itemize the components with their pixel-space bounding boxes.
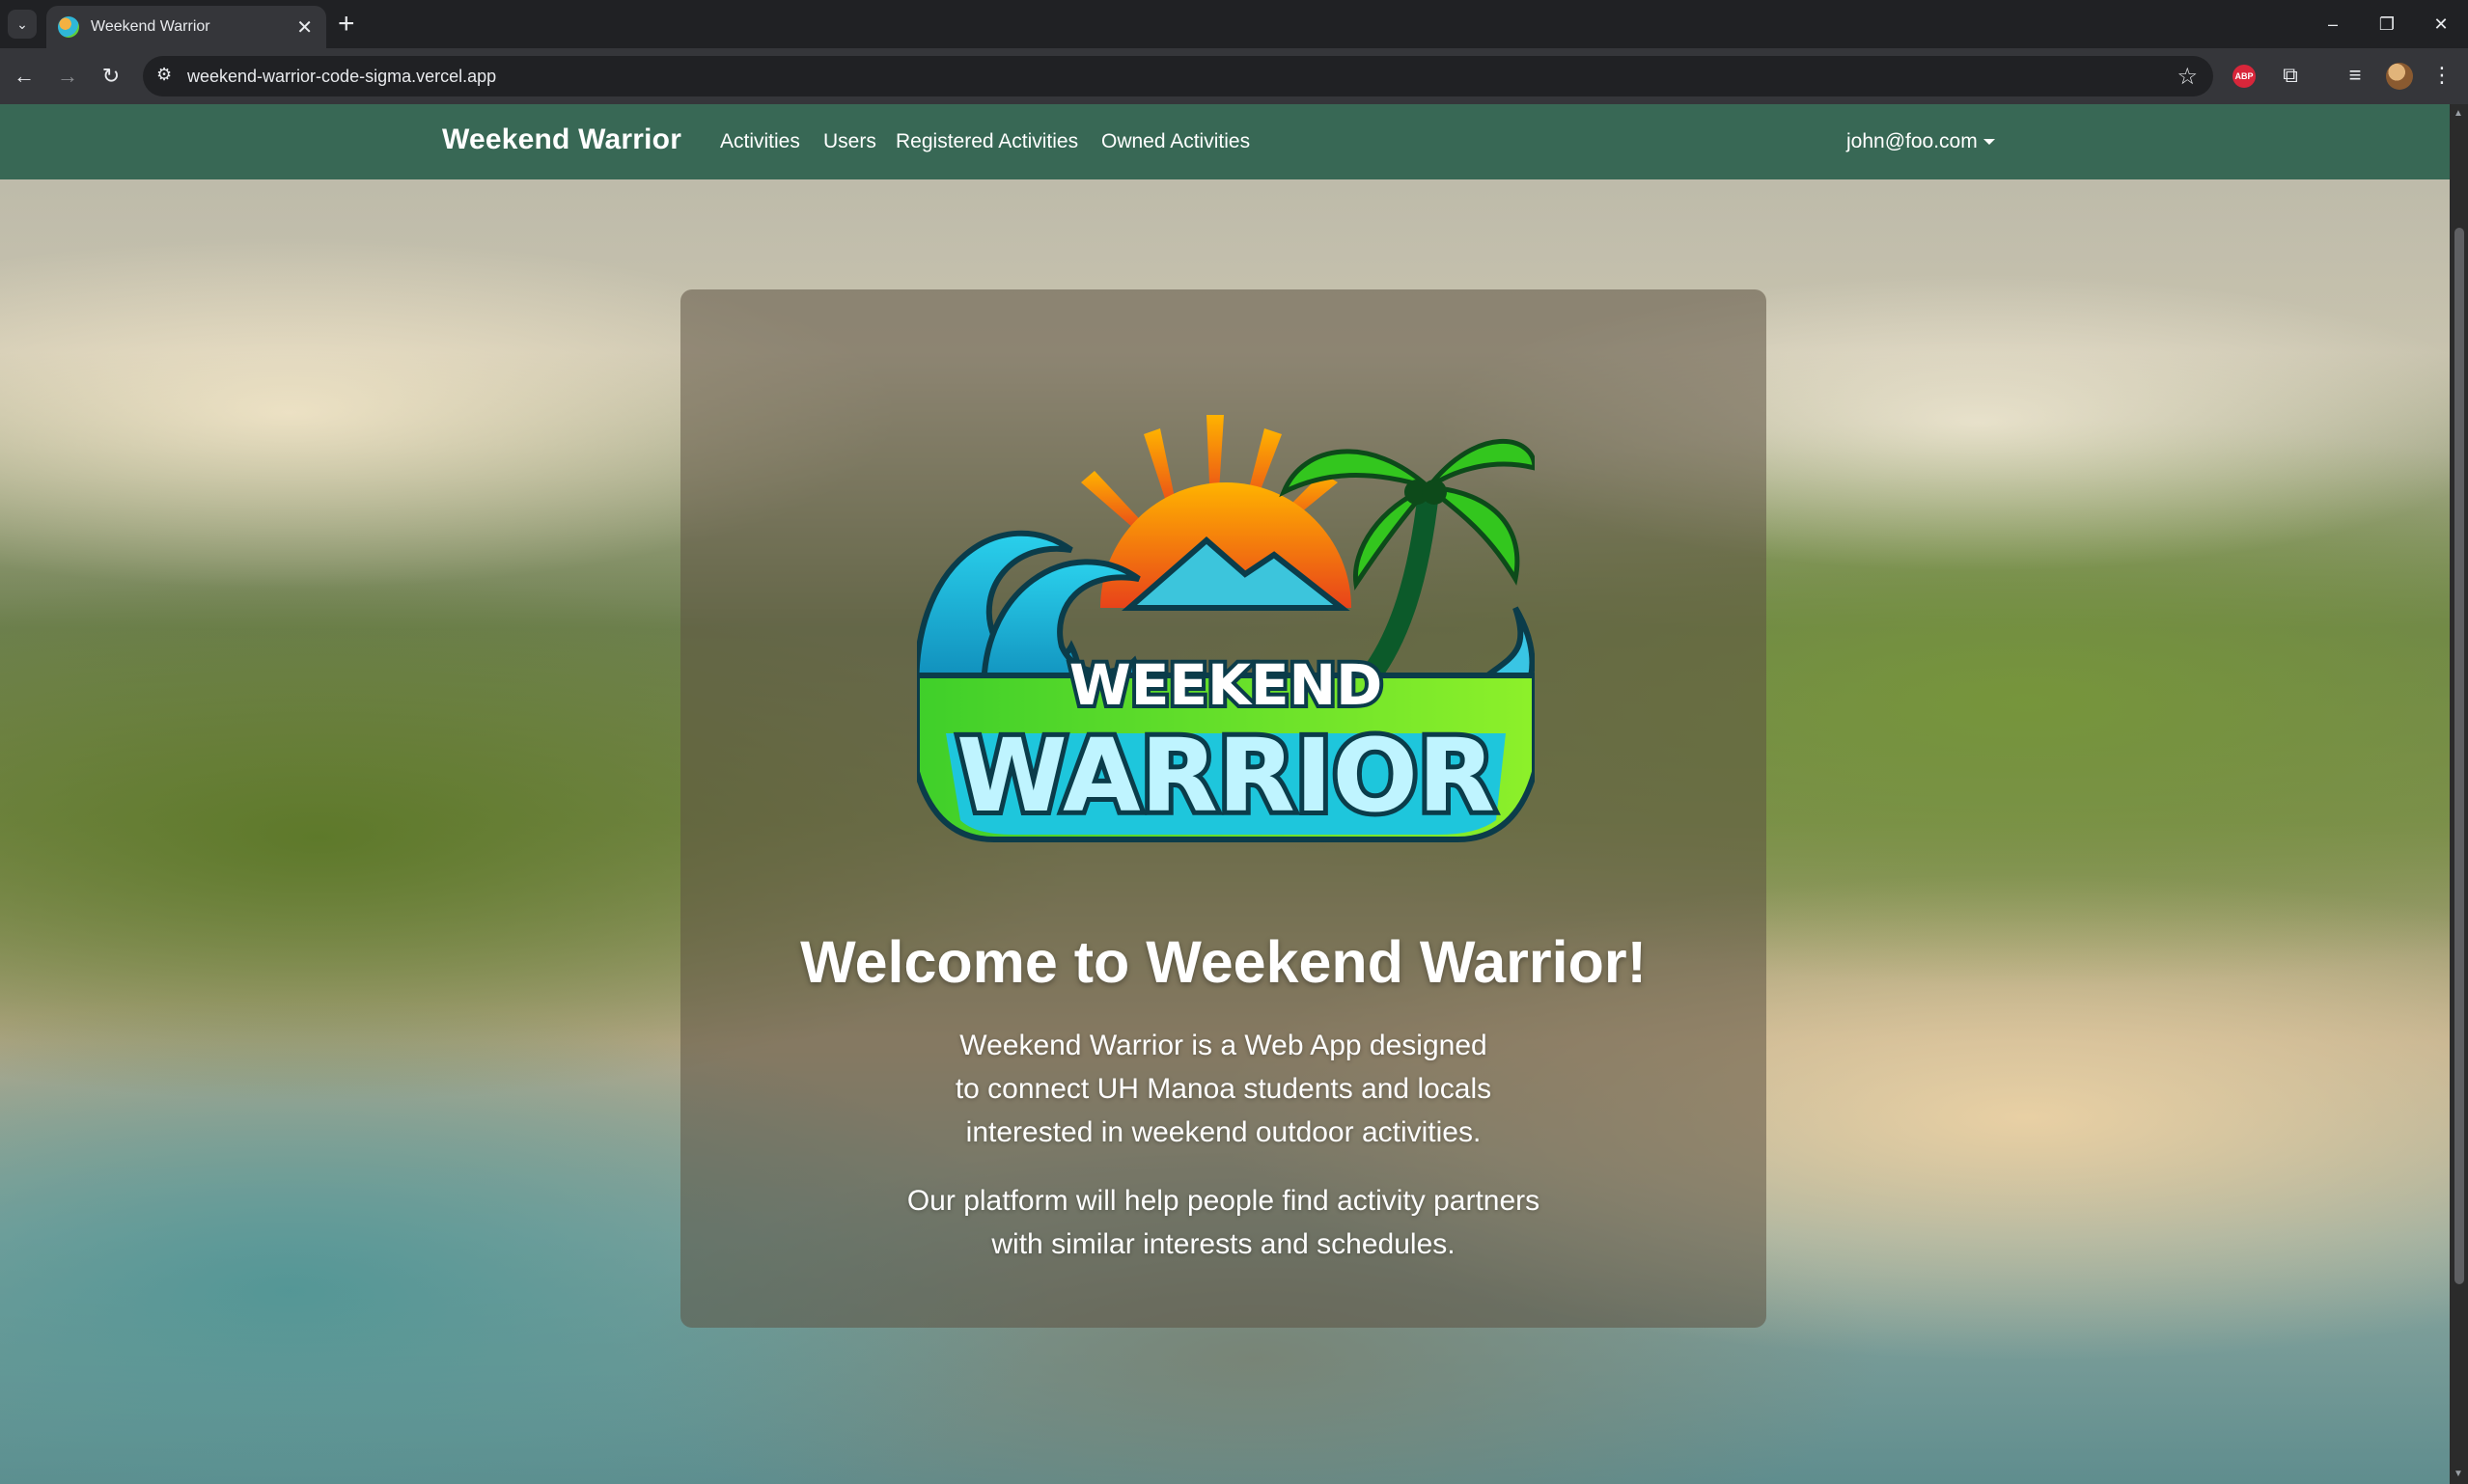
nav-link-users[interactable]: Users: [823, 130, 876, 153]
intro-paragraph: Weekend Warrior is a Web App designed to…: [680, 1024, 1766, 1154]
address-bar[interactable]: ⚙ weekend-warrior-code-sigma.vercel.app …: [143, 56, 2213, 96]
close-window-icon[interactable]: ✕: [2414, 0, 2468, 48]
scroll-up-icon[interactable]: ▲: [2454, 108, 2463, 119]
intro-line: Weekend Warrior is a Web App designed: [959, 1030, 1487, 1061]
browser-tab-bar: ⌄ Weekend Warrior ✕ + – ❐ ✕: [0, 0, 2468, 48]
intro-line: interested in weekend outdoor activities…: [965, 1116, 1482, 1148]
logo-text-warrior: WARRIOR: [957, 717, 1495, 835]
tab-title: Weekend Warrior: [91, 18, 210, 35]
intro-line: to connect UH Manoa students and locals: [955, 1073, 1492, 1105]
favicon-icon: [58, 16, 79, 38]
browser-toolbar: ← → ↻ ⚙ weekend-warrior-code-sigma.verce…: [0, 48, 2468, 104]
page-scrollbar[interactable]: ▲ ▼: [2450, 104, 2468, 1484]
page-viewport: Weekend Warrior Activities Users Registe…: [0, 104, 2450, 1484]
adblock-extension-icon[interactable]: ABP: [2232, 65, 2256, 88]
tab-search-chevron-icon[interactable]: ⌄: [8, 10, 37, 39]
url-text[interactable]: weekend-warrior-code-sigma.vercel.app: [187, 67, 496, 87]
welcome-heading: Welcome to Weekend Warrior!: [800, 929, 1647, 995]
browser-menu-icon[interactable]: ⋮: [2426, 61, 2457, 90]
brand-link[interactable]: Weekend Warrior: [442, 124, 681, 156]
platform-paragraph: Our platform will help people find activ…: [680, 1179, 1766, 1266]
tab-close-icon[interactable]: ✕: [296, 15, 313, 40]
weekend-warrior-logo: WEEKEND WARRIOR: [917, 415, 1535, 842]
site-settings-icon[interactable]: ⚙: [156, 65, 172, 85]
profile-avatar-icon[interactable]: [2386, 63, 2413, 90]
bookmark-star-icon[interactable]: ☆: [2177, 63, 2198, 91]
reading-list-icon[interactable]: ≡: [2340, 61, 2371, 90]
nav-link-registered-activities[interactable]: Registered Activities: [896, 130, 1078, 153]
top-navbar: Weekend Warrior Activities Users Registe…: [0, 104, 2450, 179]
new-tab-icon[interactable]: +: [338, 8, 355, 41]
welcome-card: WEEKEND WARRIOR Welcome to Weekend Warri…: [680, 289, 1766, 1328]
caret-down-icon: [1983, 139, 1995, 146]
nav-link-owned-activities[interactable]: Owned Activities: [1101, 130, 1250, 153]
minimize-icon[interactable]: –: [2306, 0, 2360, 48]
platform-line: with similar interests and schedules.: [991, 1228, 1456, 1260]
back-arrow-icon[interactable]: ←: [10, 62, 39, 91]
user-email: john@foo.com: [1846, 130, 1978, 152]
platform-line: Our platform will help people find activ…: [906, 1185, 1540, 1217]
logo-text-weekend: WEEKEND: [1069, 652, 1382, 718]
user-dropdown-toggle[interactable]: john@foo.com: [1846, 130, 1995, 153]
restore-icon[interactable]: ❐: [2360, 0, 2414, 48]
browser-tab[interactable]: Weekend Warrior ✕: [46, 6, 326, 48]
nav-link-activities[interactable]: Activities: [720, 130, 800, 153]
scroll-down-icon[interactable]: ▼: [2454, 1469, 2463, 1479]
window-controls: – ❐ ✕: [2306, 0, 2468, 48]
scroll-thumb[interactable]: [2454, 228, 2464, 1284]
reload-icon[interactable]: ↻: [97, 62, 125, 91]
extensions-puzzle-icon[interactable]: ⧉: [2275, 61, 2306, 90]
forward-arrow-icon[interactable]: →: [53, 62, 82, 91]
